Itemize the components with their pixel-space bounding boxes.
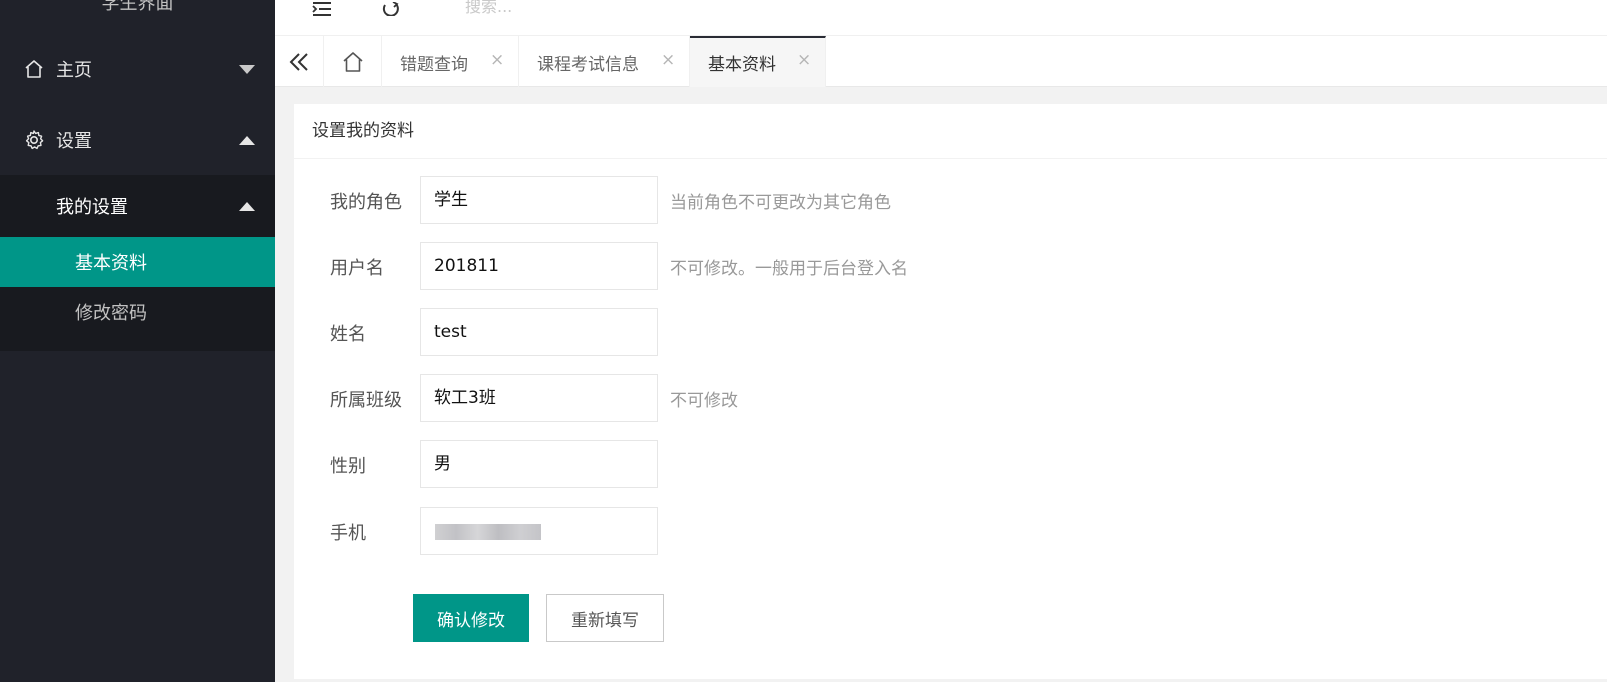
gender-label: 性别: [330, 456, 366, 477]
phone-field[interactable]: [420, 507, 658, 555]
tab-label: 课程考试信息: [537, 55, 639, 75]
gear-icon: [22, 128, 46, 152]
sidebar-item-my-settings[interactable]: 我的设置: [0, 175, 275, 237]
tab-wrong-questions[interactable]: 错题查询 ×: [382, 36, 519, 87]
sidebar-item-change-password[interactable]: 修改密码: [0, 287, 275, 337]
form-row-class: 所属班级 软工3班 不可修改: [294, 374, 1607, 422]
sidebar-item-settings[interactable]: 设置: [0, 112, 275, 168]
username-label: 用户名: [330, 258, 384, 279]
role-label: 我的角色: [330, 192, 402, 213]
settings-submenu: 我的设置 基本资料 修改密码: [0, 175, 275, 351]
name-field[interactable]: test: [420, 308, 658, 356]
sidebar-item-label: 主页: [56, 60, 92, 81]
card-title: 设置我的资料: [294, 104, 1607, 159]
chevron-up-icon: [239, 201, 255, 211]
class-field[interactable]: 软工3班: [420, 374, 658, 422]
sidebar-item-label: 我的设置: [56, 197, 128, 218]
sidebar-item-label: 设置: [56, 131, 92, 152]
double-chevron-left-icon: [289, 52, 308, 71]
class-label: 所属班级: [330, 390, 402, 411]
username-hint: 不可修改。一般用于后台登入名: [670, 259, 908, 279]
tab-label: 基本资料: [708, 55, 776, 75]
chevron-up-icon: [239, 135, 255, 145]
name-label: 姓名: [330, 324, 366, 345]
menu-collapse-icon[interactable]: [309, 0, 335, 18]
sidebar-item-label: 修改密码: [75, 303, 147, 324]
chevron-down-icon: [239, 64, 255, 74]
sidebar-title: 学生界面: [101, 0, 174, 14]
close-icon[interactable]: ×: [797, 50, 811, 70]
form-row-phone: 手机: [294, 507, 1607, 555]
sidebar-item-basic-info[interactable]: 基本资料: [0, 237, 275, 287]
phone-label: 手机: [330, 523, 366, 544]
form-row-username: 用户名 201811 不可修改。一般用于后台登入名: [294, 242, 1607, 290]
sidebar: 学生界面 主页 设置 我的设置 基本资料 修改密码: [0, 0, 275, 682]
home-icon: [342, 51, 363, 72]
tab-basic-info[interactable]: 基本资料 ×: [690, 36, 826, 87]
tab-scroll-left-button[interactable]: [275, 36, 324, 87]
close-icon[interactable]: ×: [661, 50, 675, 70]
profile-card: 设置我的资料 我的角色 学生 当前角色不可更改为其它角色 用户名 201811 …: [294, 104, 1607, 679]
top-header: 搜索...: [275, 0, 1607, 36]
role-hint: 当前角色不可更改为其它角色: [670, 193, 891, 213]
search-input[interactable]: 搜索...: [465, 0, 512, 17]
refresh-icon[interactable]: [377, 0, 403, 18]
redacted-phone-value: [435, 524, 541, 540]
home-icon: [22, 57, 46, 81]
tab-label: 错题查询: [400, 55, 468, 75]
form-row-name: 姓名 test: [294, 308, 1607, 356]
class-hint: 不可修改: [670, 391, 738, 411]
form-row-role: 我的角色 学生 当前角色不可更改为其它角色: [294, 176, 1607, 224]
tab-bar: 错题查询 × 课程考试信息 × 基本资料 ×: [275, 36, 1607, 87]
tab-course-exam-info[interactable]: 课程考试信息 ×: [519, 36, 690, 87]
reset-button[interactable]: 重新填写: [546, 594, 664, 642]
sidebar-item-home[interactable]: 主页: [0, 41, 275, 97]
tab-home[interactable]: [324, 36, 382, 87]
sidebar-item-label: 基本资料: [75, 253, 147, 274]
close-icon[interactable]: ×: [490, 50, 504, 70]
username-field[interactable]: 201811: [420, 242, 658, 290]
form-row-gender: 性别 男: [294, 440, 1607, 488]
gender-field[interactable]: 男: [420, 440, 658, 488]
confirm-button[interactable]: 确认修改: [413, 594, 529, 642]
role-field[interactable]: 学生: [420, 176, 658, 224]
